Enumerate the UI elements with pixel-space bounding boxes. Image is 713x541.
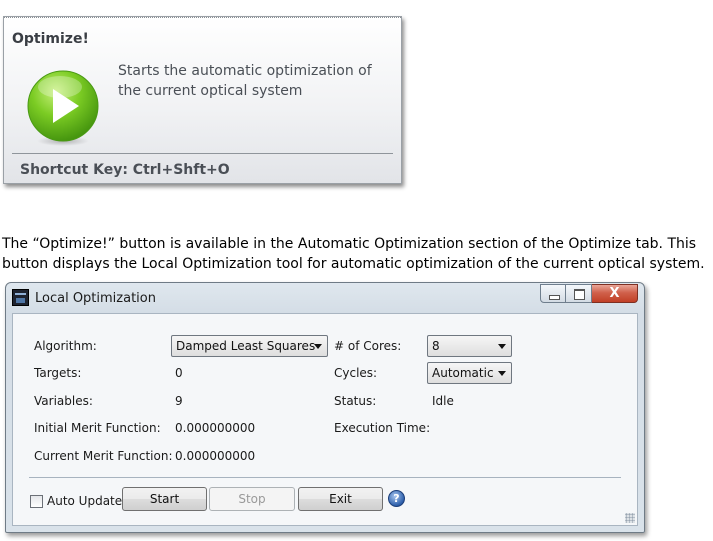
optimize-tooltip: Optimize! Starts the automatic optimizat… [3, 16, 402, 184]
window-title: Local Optimization [35, 291, 156, 306]
execution-time-label: Execution Time: [334, 421, 431, 435]
close-button[interactable]: X [592, 284, 638, 303]
cores-select[interactable]: 8 [427, 335, 512, 357]
tooltip-shortcut: Shortcut Key: Ctrl+Shft+O [20, 162, 230, 178]
initial-merit-function-label: Initial Merit Function: [34, 421, 161, 435]
chevron-down-icon [314, 344, 322, 349]
cycles-label: Cycles: [334, 366, 378, 380]
chevron-down-icon [498, 371, 506, 376]
content-divider [29, 477, 621, 478]
dialog-content: Algorithm: Damped Least Squares Targets:… [12, 313, 638, 526]
stop-button[interactable]: Stop [209, 487, 295, 511]
tooltip-divider [12, 153, 393, 154]
algorithm-label: Algorithm: [34, 339, 97, 353]
tooltip-title: Optimize! [12, 31, 89, 47]
tooltip-top-border [4, 17, 401, 18]
window-controls: X [540, 284, 638, 303]
exit-button[interactable]: Exit [298, 487, 383, 511]
caption-text: The “Optimize!” button is available in t… [2, 236, 705, 272]
maximize-button[interactable] [566, 284, 592, 303]
tooltip-description: Starts the automatic optimization of the… [118, 63, 372, 99]
initial-merit-function-value: 0.000000000 [175, 421, 256, 435]
variables-label: Variables: [34, 394, 93, 408]
algorithm-value: Damped Least Squares [176, 339, 316, 353]
resize-grip[interactable] [625, 513, 635, 523]
algorithm-select[interactable]: Damped Least Squares [171, 335, 328, 357]
targets-value: 0 [175, 366, 183, 380]
current-merit-function-value: 0.000000000 [175, 449, 256, 463]
app-icon [12, 289, 29, 306]
auto-update-label[interactable]: Auto Update [47, 494, 122, 508]
help-icon[interactable]: ? [388, 490, 405, 507]
play-icon [27, 70, 99, 146]
close-icon: X [609, 286, 620, 301]
status-label: Status: [334, 394, 377, 408]
minimize-button[interactable] [540, 284, 566, 303]
local-optimization-window: Local Optimization X Algorithm: Damped L… [5, 282, 645, 533]
current-merit-function-label: Current Merit Function: [34, 449, 173, 463]
maximize-icon [574, 289, 585, 300]
cycles-select[interactable]: Automatic [427, 362, 512, 384]
targets-label: Targets: [34, 366, 82, 380]
status-value: Idle [432, 394, 454, 408]
cores-value: 8 [432, 339, 440, 353]
cycles-value: Automatic [432, 366, 494, 380]
chevron-down-icon [498, 344, 506, 349]
variables-value: 9 [175, 394, 183, 408]
auto-update-checkbox[interactable] [30, 495, 43, 508]
cores-label: # of Cores: [334, 339, 402, 353]
minimize-icon [549, 295, 560, 300]
start-button[interactable]: Start [122, 487, 207, 511]
